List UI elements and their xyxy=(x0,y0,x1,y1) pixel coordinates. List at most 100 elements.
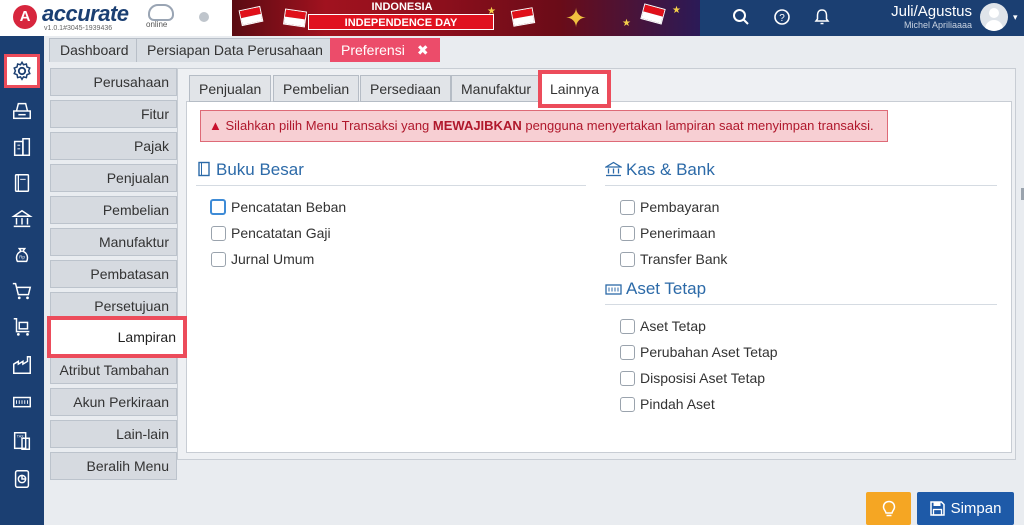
menu-item-manufaktur[interactable]: Manufaktur xyxy=(50,228,177,256)
accurate-logo-icon: A xyxy=(13,5,37,29)
user-info[interactable]: Juli/Agustus Michel Apriliaaaa xyxy=(868,3,972,30)
flag-icon xyxy=(282,8,308,28)
module-rail: Rp TAX xyxy=(0,36,44,525)
menu-item-lampiran[interactable]: Lampiran xyxy=(47,316,187,358)
book-icon xyxy=(14,174,30,192)
checkbox-row-penerimaan[interactable]: Penerimaan xyxy=(620,225,716,241)
tab-dashboard[interactable]: Dashboard xyxy=(49,38,140,62)
machine-icon xyxy=(13,396,31,408)
checkbox-label: Aset Tetap xyxy=(640,318,706,334)
rail-inbox[interactable] xyxy=(4,94,40,128)
tax-icon: TAX xyxy=(13,432,31,450)
checkbox[interactable] xyxy=(620,225,635,241)
section-title-buku-besar: Buku Besar xyxy=(216,160,304,179)
checkbox-row-jurnal-umum[interactable]: Jurnal Umum xyxy=(211,251,314,267)
alert-suffix: pengguna menyertakan lampiran saat menyi… xyxy=(521,118,874,133)
checkbox-label: Penerimaan xyxy=(640,225,716,241)
machine-icon xyxy=(605,281,622,297)
checkbox-row-pindah-aset[interactable]: Pindah Aset xyxy=(620,396,715,412)
garuda-icon: ✦ xyxy=(565,3,587,33)
menu-item-pembatasan[interactable]: Pembatasan xyxy=(50,260,177,288)
checkbox-label: Jurnal Umum xyxy=(231,251,315,267)
rail-settings[interactable] xyxy=(4,54,40,88)
subtab-manufaktur[interactable]: Manufaktur xyxy=(451,75,542,102)
section-title-aset-tetap: Aset Tetap xyxy=(626,279,707,298)
checkbox-row-perubahan-aset-tetap[interactable]: Perubahan Aset Tetap xyxy=(620,344,778,360)
user-name: Michel Apriliaaaa xyxy=(903,20,972,30)
flag-icon xyxy=(640,3,666,25)
checkbox[interactable] xyxy=(211,251,226,267)
checkbox-row-pembayaran[interactable]: Pembayaran xyxy=(620,199,719,215)
rail-reports[interactable] xyxy=(4,462,40,496)
flag-icon xyxy=(510,7,536,27)
checkbox[interactable] xyxy=(620,370,635,386)
svg-text:Rp: Rp xyxy=(19,255,25,260)
subtab-lainnya[interactable]: Lainnya xyxy=(538,70,612,108)
bell-icon[interactable] xyxy=(812,8,832,28)
section-title-kas-bank: Kas & Bank xyxy=(626,160,715,179)
cart-icon xyxy=(12,282,32,300)
rail-fixed-asset[interactable] xyxy=(4,386,40,420)
menu-item-lain-lain[interactable]: Lain-lain xyxy=(50,420,177,448)
menu-item-beralih-menu[interactable]: Beralih Menu xyxy=(50,452,177,480)
tab-preferensi[interactable]: Preferensi ✖ xyxy=(330,38,440,62)
rail-purchase[interactable] xyxy=(4,274,40,308)
tips-button[interactable] xyxy=(866,492,911,525)
checkbox-row-pencatatan-gaji[interactable]: Pencatatan Gaji xyxy=(211,225,331,241)
checkbox-row-disposisi-aset-tetap[interactable]: Disposisi Aset Tetap xyxy=(620,370,765,386)
save-button[interactable]: Simpan xyxy=(917,492,1014,525)
checkbox-row-pencatatan-beban[interactable]: Pencatatan Beban xyxy=(210,199,346,215)
checkbox-label: Pencatatan Beban xyxy=(231,199,347,215)
section-divider xyxy=(196,185,586,186)
trolley-icon xyxy=(13,318,30,336)
report-icon xyxy=(14,470,30,488)
rail-tax[interactable]: TAX xyxy=(4,424,40,458)
brand-area: A accurate online v1.0.1#3045-1939436 xyxy=(0,0,232,36)
chevron-down-icon[interactable]: ▾ xyxy=(1013,12,1018,23)
ledger-book-icon xyxy=(196,161,212,177)
checkbox-row-transfer-bank[interactable]: Transfer Bank xyxy=(620,251,727,267)
checkbox[interactable] xyxy=(620,318,635,334)
menu-item-pembelian[interactable]: Pembelian xyxy=(50,196,177,224)
rail-cash-bank[interactable] xyxy=(4,202,40,236)
tab-content xyxy=(186,101,1012,453)
subtab-pembelian[interactable]: Pembelian xyxy=(273,75,360,102)
app-version: v1.0.1#3045-1939436 xyxy=(44,25,113,32)
alert-prefix: Silahkan pilih Menu Transaksi yang xyxy=(225,118,433,133)
menu-item-penjualan[interactable]: Penjualan xyxy=(50,164,177,192)
checkbox[interactable] xyxy=(620,344,635,360)
svg-text:TAX: TAX xyxy=(17,434,24,438)
rail-sales[interactable]: Rp xyxy=(4,238,40,272)
rail-ledger[interactable] xyxy=(4,166,40,200)
flag-icon xyxy=(238,5,264,27)
close-icon[interactable]: ✖ xyxy=(417,42,429,58)
subtab-penjualan[interactable]: Penjualan xyxy=(189,75,272,102)
checkbox[interactable] xyxy=(620,396,635,412)
cloud-icon xyxy=(148,4,174,21)
menu-item-pajak[interactable]: Pajak xyxy=(50,132,177,160)
menu-item-atribut-tambahan[interactable]: Atribut Tambahan xyxy=(50,356,177,384)
menu-item-fitur[interactable]: Fitur xyxy=(50,100,177,128)
bank-icon xyxy=(603,161,624,177)
app-header: A accurate online v1.0.1#3045-1939436 IN… xyxy=(0,0,1024,36)
tab-persiapan-data[interactable]: Persiapan Data Perusahaan xyxy=(136,38,334,62)
checkbox-label: Pencatatan Gaji xyxy=(231,225,331,241)
money-bag-icon: Rp xyxy=(15,247,29,263)
checkbox[interactable] xyxy=(620,251,635,267)
help-icon[interactable]: ? xyxy=(772,8,792,28)
rail-manufacturing[interactable] xyxy=(4,348,40,382)
rail-inventory[interactable] xyxy=(4,310,40,344)
subtab-persediaan[interactable]: Persediaan xyxy=(360,75,451,102)
checkbox[interactable] xyxy=(211,225,226,241)
menu-item-akun-perkiraan[interactable]: Akun Perkiraan xyxy=(50,388,177,416)
menu-item-perusahaan[interactable]: Perusahaan xyxy=(50,68,177,96)
checkbox-row-aset-tetap[interactable]: Aset Tetap xyxy=(620,318,706,334)
document-tabs: Dashboard Persiapan Data Perusahaan Pref… xyxy=(44,36,1024,62)
checkbox[interactable] xyxy=(620,199,635,215)
checkbox-label: Pembayaran xyxy=(640,199,720,215)
checkbox[interactable] xyxy=(210,199,226,215)
search-icon[interactable] xyxy=(731,8,751,28)
building-icon xyxy=(13,138,31,156)
rail-company[interactable] xyxy=(4,130,40,164)
avatar[interactable] xyxy=(980,3,1008,31)
